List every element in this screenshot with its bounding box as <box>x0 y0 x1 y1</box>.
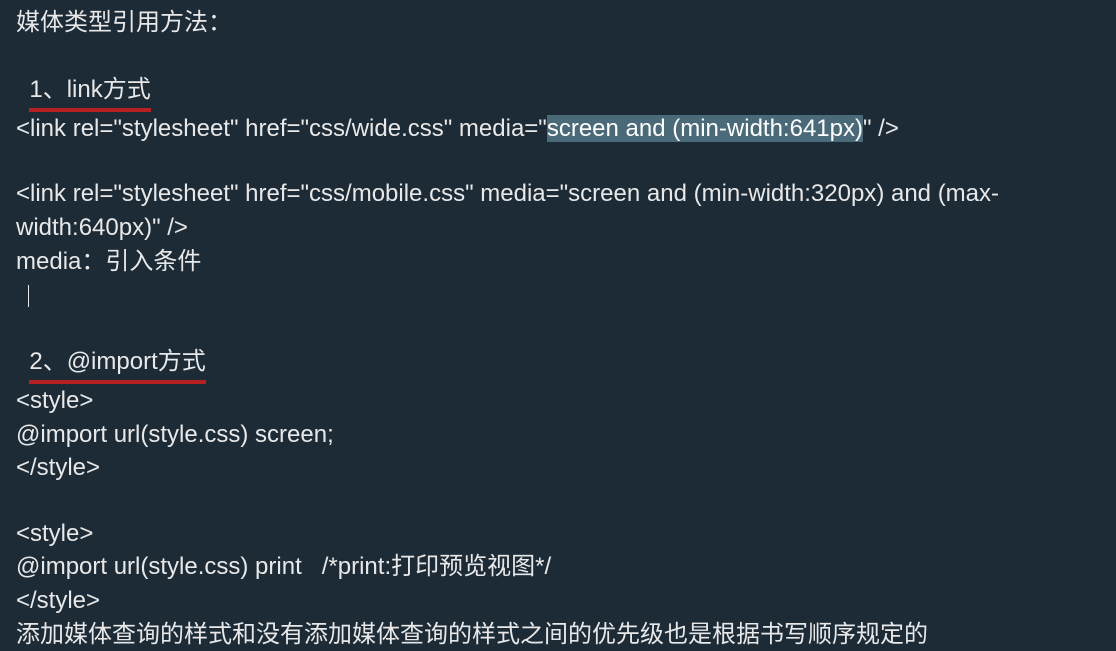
title-line: 媒体类型引用方法： <box>16 6 1100 40</box>
blank-line-1 <box>16 145 1100 177</box>
cursor-line[interactable] <box>16 278 1100 312</box>
link1-prefix: <link rel="stylesheet" href="css/wide.cs… <box>16 115 547 142</box>
link2-line: <link rel="stylesheet" href="css/mobile.… <box>16 177 1100 244</box>
section2-heading-line: 2、@import方式 <box>16 312 1100 384</box>
link1-selected-text[interactable]: screen and (min-width:641px) <box>547 115 863 142</box>
text-cursor <box>28 285 29 307</box>
link1-suffix: " /> <box>863 115 899 142</box>
style-close-1: </style> <box>16 451 1100 485</box>
section1-heading-line: 1、link方式 <box>16 40 1100 112</box>
footer-note-line: 添加媒体查询的样式和没有添加媒体查询的样式之间的优先级也是根据书写顺序规定的 <box>16 618 1100 651</box>
section1-heading: 1、link方式 <box>29 73 150 112</box>
section2-heading: 2、@import方式 <box>29 345 205 384</box>
link1-line: <link rel="stylesheet" href="css/wide.cs… <box>16 112 1100 146</box>
style-open-1: <style> <box>16 384 1100 418</box>
blank-line-2 <box>16 485 1100 517</box>
style-close-2: </style> <box>16 584 1100 618</box>
import1-line: @import url(style.css) screen; <box>16 418 1100 452</box>
import2-line: @import url(style.css) print /*print:打印预… <box>16 550 1100 584</box>
media-note-line: media：引入条件 <box>16 245 1100 279</box>
